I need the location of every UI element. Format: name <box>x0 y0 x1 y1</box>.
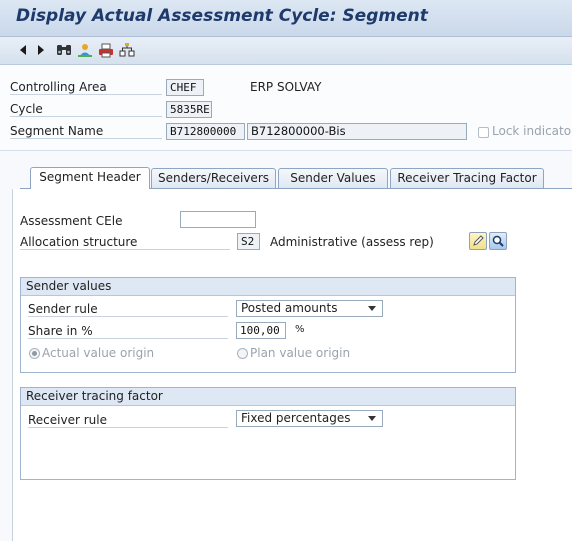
header-area: Controlling Area CHEF ERP SOLVAY Cycle 5… <box>0 65 572 151</box>
segment-name-label: Segment Name <box>10 124 162 139</box>
application-toolbar <box>0 37 572 65</box>
tab-senders-receivers[interactable]: Senders/Receivers <box>151 168 276 188</box>
lock-indicator-label: Lock indicator <box>492 124 572 138</box>
tab-strip: Segment Header Senders/Receivers Sender … <box>0 165 572 189</box>
cycle-label: Cycle <box>10 102 162 117</box>
plan-origin-label: Plan value origin <box>250 346 351 360</box>
allocation-structure-text: Administrative (assess rep) <box>270 235 434 249</box>
window-title: Display Actual Assessment Cycle: Segment <box>16 6 428 26</box>
cycle-field[interactable]: 5835RE <box>166 101 212 118</box>
sender-values-title: Sender values <box>21 278 515 296</box>
receiver-rule-label: Receiver rule <box>28 413 228 428</box>
controlling-area-label: Controlling Area <box>10 80 162 95</box>
assessment-cele-field[interactable] <box>180 211 256 228</box>
allocation-structure-label: Allocation structure <box>20 235 230 250</box>
sender-rule-dropdown[interactable]: Posted amounts <box>236 300 383 317</box>
allocation-structure-field[interactable]: S2 <box>237 233 260 250</box>
pencil-icon[interactable] <box>469 232 487 250</box>
sender-rule-label: Sender rule <box>28 302 228 317</box>
print-icon[interactable] <box>97 42 115 58</box>
chevron-down-icon <box>368 306 376 311</box>
receiver-rule-dropdown[interactable]: Fixed percentages <box>236 410 383 427</box>
share-unit: % <box>295 324 305 335</box>
person-icon[interactable] <box>76 42 94 58</box>
chevron-down-icon <box>368 416 376 421</box>
display-icon[interactable] <box>489 232 507 250</box>
sender-rule-value: Posted amounts <box>241 301 338 315</box>
assessment-cele-label: Assessment CEle <box>20 214 123 228</box>
share-field[interactable]: 100,00 <box>236 322 286 339</box>
receiver-tracing-group: Receiver tracing factor <box>20 387 516 480</box>
title-bar: Display Actual Assessment Cycle: Segment <box>0 0 572 37</box>
lock-indicator-checkbox[interactable] <box>478 127 489 138</box>
find-icon[interactable] <box>55 42 73 58</box>
tab-segment-header[interactable]: Segment Header <box>30 167 150 189</box>
actual-origin-label: Actual value origin <box>42 346 155 360</box>
forward-icon[interactable] <box>32 42 50 58</box>
receiver-tracing-title: Receiver tracing factor <box>21 388 515 406</box>
plan-origin-radio[interactable] <box>237 348 248 359</box>
tab-sender-values[interactable]: Sender Values <box>278 168 388 188</box>
structure-icon[interactable] <box>118 42 136 58</box>
actual-origin-radio[interactable] <box>29 348 40 359</box>
share-label: Share in % <box>28 324 228 339</box>
receiver-rule-value: Fixed percentages <box>241 411 351 425</box>
segment-name-field[interactable]: B712800000 <box>166 123 245 140</box>
back-icon[interactable] <box>14 42 32 58</box>
segment-description-field[interactable]: B712800000-Bis <box>247 123 467 140</box>
controlling-area-field[interactable]: CHEF <box>166 79 204 96</box>
controlling-area-text: ERP SOLVAY <box>250 80 322 94</box>
tab-receiver-tracing-factor[interactable]: Receiver Tracing Factor <box>390 168 544 188</box>
